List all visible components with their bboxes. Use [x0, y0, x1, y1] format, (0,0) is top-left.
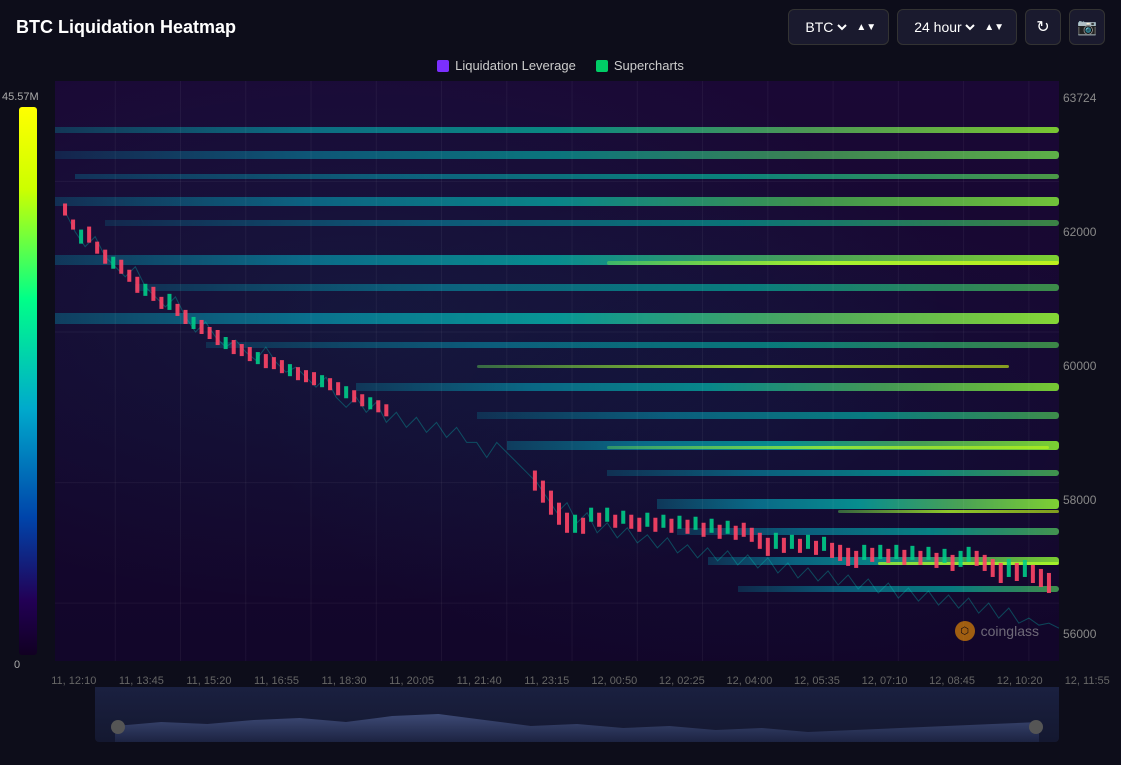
- hmap-highlight-1: [607, 261, 1059, 265]
- heatmap-canvas[interactable]: ⬡ coinglass: [55, 81, 1059, 661]
- watermark: ⬡ coinglass: [955, 621, 1039, 641]
- price-axis: 63724 62000 60000 58000 56000: [1059, 81, 1121, 671]
- timeframe-select[interactable]: 1 hour 4 hour 12 hour 24 hour 3 day 7 da…: [910, 18, 978, 36]
- refresh-icon: ↻: [1036, 17, 1049, 37]
- legend-dot-supercharts: [596, 60, 608, 72]
- main-chart-area: ⬡ coinglass: [55, 81, 1059, 671]
- time-label-8: 12, 00:50: [581, 675, 649, 687]
- hmap-highlight-3: [607, 446, 1049, 449]
- hmap-highlight-4: [838, 510, 1059, 513]
- price-label-58000: 58000: [1063, 493, 1121, 507]
- hmap-band-7: [135, 284, 1059, 291]
- time-label-2: 11, 15:20: [175, 675, 243, 687]
- legend-dot-liquidation: [437, 60, 449, 72]
- asset-dropdown[interactable]: BTC ETH SOL BNB ▲▼: [788, 9, 889, 45]
- mini-chart-fill: [115, 702, 1039, 742]
- time-label-12: 12, 07:10: [851, 675, 919, 687]
- time-label-0: 11, 12:10: [40, 675, 108, 687]
- watermark-text: coinglass: [981, 623, 1039, 639]
- price-label-56000: 56000: [1063, 627, 1121, 641]
- asset-chevron-icon: ▲▼: [856, 22, 876, 33]
- time-label-11: 12, 05:35: [783, 675, 851, 687]
- time-label-4: 11, 18:30: [310, 675, 378, 687]
- time-label-15: 12, 11:55: [1053, 675, 1121, 687]
- time-label-6: 11, 21:40: [445, 675, 513, 687]
- price-label-63724: 63724: [1063, 91, 1121, 105]
- time-axis: 11, 12:10 11, 13:45 11, 15:20 11, 16:55 …: [0, 671, 1121, 687]
- hmap-band-2: [55, 151, 1059, 159]
- asset-select[interactable]: BTC ETH SOL BNB: [801, 18, 850, 36]
- camera-icon: 📷: [1077, 17, 1097, 37]
- legend-item-supercharts: Supercharts: [596, 58, 684, 73]
- timeframe-dropdown[interactable]: 1 hour 4 hour 12 hour 24 hour 3 day 7 da…: [897, 9, 1017, 45]
- price-label-62000: 62000: [1063, 225, 1121, 239]
- time-label-5: 11, 20:05: [378, 675, 446, 687]
- hmap-band-5: [105, 220, 1059, 226]
- time-label-1: 11, 13:45: [108, 675, 176, 687]
- scroll-handle-right[interactable]: [1029, 720, 1043, 734]
- legend-label-supercharts: Supercharts: [614, 58, 684, 73]
- hmap-band-9: [206, 342, 1059, 348]
- mini-chart-area: [115, 702, 1039, 742]
- time-label-10: 12, 04:00: [716, 675, 784, 687]
- hmap-band-3: [75, 174, 1059, 179]
- timeframe-chevron-icon: ▲▼: [984, 22, 1004, 33]
- hmap-band-13: [607, 470, 1059, 476]
- page-title: BTC Liquidation Heatmap: [16, 17, 776, 38]
- controls: BTC ETH SOL BNB ▲▼ 1 hour 4 hour 12 hour…: [788, 9, 1105, 45]
- hmap-band-8: [55, 313, 1059, 324]
- color-scale-column: 45.57M 0: [0, 81, 55, 671]
- heatmap-background: [55, 81, 1059, 661]
- refresh-button[interactable]: ↻: [1025, 9, 1061, 45]
- hmap-band-1: [55, 127, 1059, 133]
- scale-zero-label: 0: [0, 659, 20, 671]
- header: BTC Liquidation Heatmap BTC ETH SOL BNB …: [0, 0, 1121, 54]
- hmap-band-15: [677, 528, 1059, 535]
- hmap-band-17: [738, 586, 1059, 592]
- coinglass-icon: ⬡: [955, 621, 975, 641]
- time-label-7: 11, 23:15: [513, 675, 581, 687]
- chart-wrapper: 45.57M 0: [0, 81, 1121, 671]
- scroll-handle-left[interactable]: [111, 720, 125, 734]
- hmap-band-4: [55, 197, 1059, 206]
- time-label-9: 12, 02:25: [648, 675, 716, 687]
- hmap-highlight-2: [477, 365, 1009, 368]
- hmap-band-11: [477, 412, 1059, 419]
- legend: Liquidation Leverage Supercharts: [0, 54, 1121, 81]
- camera-button[interactable]: 📷: [1069, 9, 1105, 45]
- legend-item-liquidation: Liquidation Leverage: [437, 58, 576, 73]
- hmap-band-14: [657, 499, 1059, 509]
- legend-label-liquidation: Liquidation Leverage: [455, 58, 576, 73]
- price-label-60000: 60000: [1063, 359, 1121, 373]
- hmap-highlight-5: [878, 562, 1059, 565]
- time-label-3: 11, 16:55: [243, 675, 311, 687]
- color-scale-bar: [19, 107, 37, 655]
- scale-max-label: 45.57M: [0, 91, 39, 103]
- time-label-14: 12, 10:20: [986, 675, 1054, 687]
- mini-chart-container: [0, 687, 1121, 742]
- mini-chart[interactable]: [95, 687, 1059, 742]
- hmap-band-10: [356, 383, 1059, 391]
- time-label-13: 12, 08:45: [918, 675, 986, 687]
